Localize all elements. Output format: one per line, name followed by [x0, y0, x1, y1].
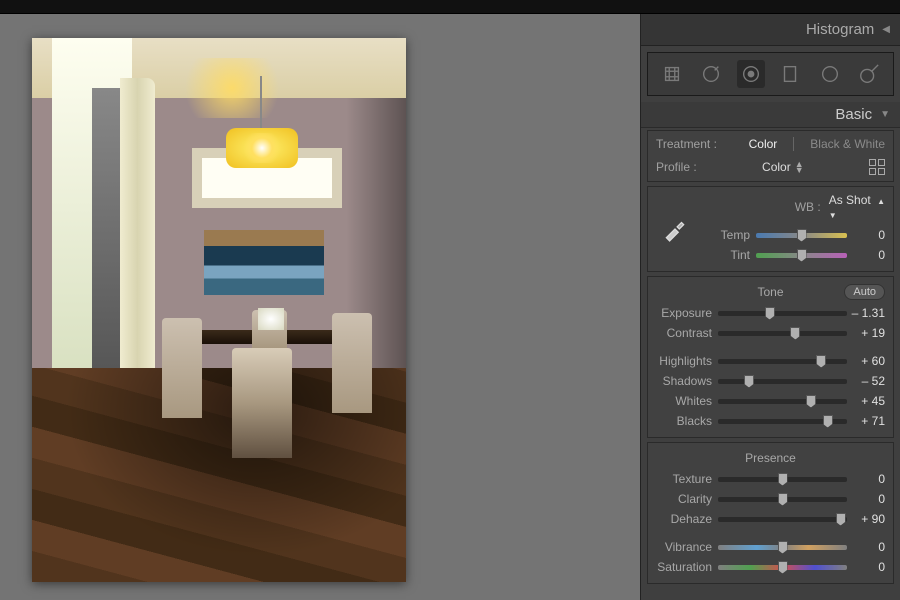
temp-slider[interactable] [756, 233, 847, 238]
photo-canvas-area [0, 14, 640, 600]
wb-eyedropper-tool[interactable] [656, 213, 694, 245]
updown-icon: ▲▼ [795, 161, 804, 173]
collapse-icon: ▼ [880, 109, 890, 120]
white-balance-block: WB : As Shot ▲▼ Temp 0 Tint [647, 186, 894, 272]
presence-title: Presence [745, 451, 796, 465]
divider [793, 137, 794, 151]
radial-filter-tool[interactable] [816, 60, 844, 88]
clarity-value[interactable]: 0 [847, 492, 885, 506]
adjustment-brush-tool[interactable] [855, 60, 883, 88]
tint-slider[interactable] [756, 253, 847, 258]
profile-dropdown[interactable]: Color ▲▼ [762, 160, 804, 174]
contrast-slider[interactable] [718, 331, 847, 336]
tone-block: Tone Auto Exposure – 1.31 Contrast + 19 … [647, 276, 894, 438]
treatment-block: Treatment : Color Black & White Profile … [647, 130, 894, 182]
saturation-slider[interactable] [718, 565, 847, 570]
spot-removal-tool[interactable] [697, 60, 725, 88]
temp-label: Temp [694, 228, 756, 242]
presence-block: Presence Texture 0 Clarity 0 Dehaze + 90… [647, 442, 894, 584]
basic-header[interactable]: Basic ▼ [641, 102, 900, 128]
blacks-slider[interactable] [718, 419, 847, 424]
develop-panel: Histogram ◀ Basic ▼ [640, 14, 900, 600]
redeye-tool[interactable] [737, 60, 765, 88]
treatment-color[interactable]: Color [749, 137, 778, 151]
whites-value[interactable]: + 45 [847, 394, 885, 408]
whites-label: Whites [656, 394, 718, 408]
profile-browser-icon[interactable] [869, 159, 885, 175]
vibrance-label: Vibrance [656, 540, 718, 554]
dehaze-slider[interactable] [718, 517, 847, 522]
shadows-label: Shadows [656, 374, 718, 388]
histogram-label: Histogram [806, 21, 874, 38]
clarity-slider[interactable] [718, 497, 847, 502]
dehaze-value[interactable]: + 90 [847, 512, 885, 526]
crop-tool[interactable] [658, 60, 686, 88]
saturation-label: Saturation [656, 560, 718, 574]
wb-label: WB : [795, 200, 821, 214]
treatment-bw[interactable]: Black & White [810, 137, 885, 151]
vibrance-slider[interactable] [718, 545, 847, 550]
basic-label: Basic [835, 106, 872, 123]
shadows-slider[interactable] [718, 379, 847, 384]
tint-label: Tint [694, 248, 756, 262]
local-tools-strip [647, 52, 894, 96]
highlights-value[interactable]: + 60 [847, 354, 885, 368]
top-menu-bar [0, 0, 900, 14]
profile-label: Profile : [656, 160, 697, 174]
wb-value: As Shot [829, 193, 871, 207]
wb-preset-dropdown[interactable]: As Shot ▲▼ [829, 193, 885, 221]
texture-label: Texture [656, 472, 718, 486]
blacks-label: Blacks [656, 414, 718, 428]
tone-title: Tone [757, 285, 783, 299]
texture-value[interactable]: 0 [847, 472, 885, 486]
histogram-header[interactable]: Histogram ◀ [641, 14, 900, 46]
contrast-value[interactable]: + 19 [847, 326, 885, 340]
vibrance-value[interactable]: 0 [847, 540, 885, 554]
collapse-icon: ◀ [882, 24, 890, 35]
exposure-label: Exposure [656, 306, 718, 320]
blacks-value[interactable]: + 71 [847, 414, 885, 428]
exposure-slider[interactable] [718, 311, 847, 316]
auto-button[interactable]: Auto [844, 284, 885, 300]
saturation-value[interactable]: 0 [847, 560, 885, 574]
shadows-value[interactable]: – 52 [847, 374, 885, 388]
highlights-slider[interactable] [718, 359, 847, 364]
treatment-label: Treatment : [656, 137, 717, 151]
profile-value: Color [762, 160, 791, 174]
whites-slider[interactable] [718, 399, 847, 404]
highlights-label: Highlights [656, 354, 718, 368]
temp-value[interactable]: 0 [847, 228, 885, 242]
contrast-label: Contrast [656, 326, 718, 340]
tint-value[interactable]: 0 [847, 248, 885, 262]
clarity-label: Clarity [656, 492, 718, 506]
exposure-value[interactable]: – 1.31 [847, 306, 885, 320]
texture-slider[interactable] [718, 477, 847, 482]
graduated-filter-tool[interactable] [776, 60, 804, 88]
photo-preview[interactable] [32, 38, 406, 582]
dehaze-label: Dehaze [656, 512, 718, 526]
